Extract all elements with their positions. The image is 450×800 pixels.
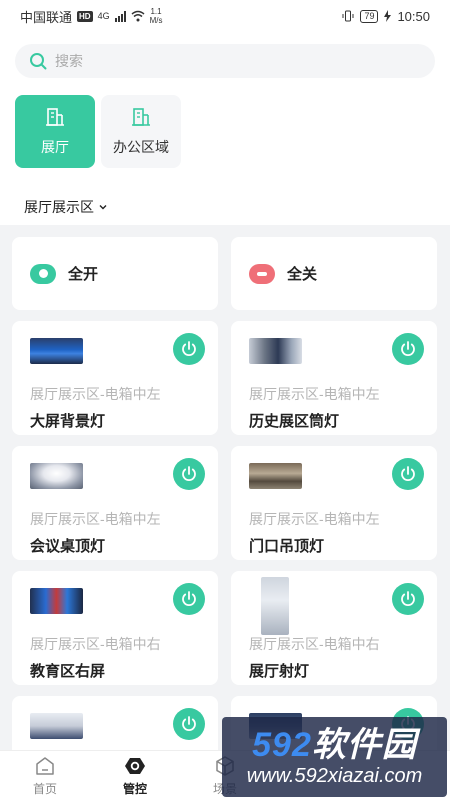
device-thumbnail: [30, 713, 83, 739]
area-tab-exhibition-hall[interactable]: 展厅: [15, 95, 95, 168]
device-thumbnail: [30, 463, 83, 489]
search-input[interactable]: [55, 53, 355, 69]
hd-badge: HD: [77, 10, 93, 22]
power-icon: [182, 716, 196, 731]
device-location: 展厅展示区-电箱中左: [249, 511, 380, 527]
device-location: 展厅展示区-电箱中左: [30, 386, 161, 402]
device-panel: 全开 全关 展厅展示区-电箱中左 大屏背景灯 展厅展示区-电箱中左 历史展区筒灯…: [0, 225, 450, 750]
power-icon: [401, 591, 415, 606]
building-icon: [132, 107, 150, 126]
power-icon: [401, 466, 415, 481]
all-on-label: 全开: [68, 266, 99, 283]
device-grid: 全开 全关 展厅展示区-电箱中左 大屏背景灯 展厅展示区-电箱中左 历史展区筒灯…: [12, 237, 438, 750]
nav-home[interactable]: 首页: [0, 751, 90, 800]
device-location: 展厅展示区-电箱中左: [30, 511, 161, 527]
device-card[interactable]: [12, 696, 218, 750]
device-thumbnail: [30, 588, 83, 614]
search-icon: [30, 53, 47, 70]
zone-label: 展厅展示区: [24, 199, 94, 215]
device-card[interactable]: 展厅展示区-电箱中左 大屏背景灯: [12, 321, 218, 435]
vibrate-icon: [342, 10, 354, 22]
watermark-brand: 592软件园: [252, 726, 417, 764]
device-thumbnail: [30, 338, 83, 364]
power-button[interactable]: [173, 333, 205, 365]
power-icon: [182, 341, 196, 356]
device-name: 大屏背景灯: [30, 413, 106, 430]
control-icon: [125, 757, 145, 774]
device-name: 展厅射灯: [249, 663, 310, 680]
nav-home-label: 首页: [32, 781, 57, 796]
device-thumbnail: [249, 463, 302, 489]
chevron-down-icon: [99, 205, 107, 210]
power-icon: [182, 591, 196, 606]
device-location: 展厅展示区-电箱中左: [249, 386, 380, 402]
net-type-label: 4G: [97, 11, 110, 21]
status-bar: 中国联通 HD 4G 1.1 M/s 79 10:50: [0, 0, 450, 32]
search-bar[interactable]: [15, 44, 435, 78]
device-card[interactable]: 展厅展示区-电箱中左 门口吊顶灯: [231, 446, 437, 560]
wifi-icon: [131, 10, 145, 22]
nav-control[interactable]: 管控: [90, 751, 180, 800]
all-on-button[interactable]: 全开: [12, 237, 218, 310]
battery-indicator: 79: [360, 9, 379, 23]
area-tabs: 展厅 办公区域: [15, 95, 181, 168]
device-name: 门口吊顶灯: [249, 538, 325, 555]
power-button[interactable]: [392, 583, 424, 615]
device-location: 展厅展示区-电箱中右: [30, 636, 161, 652]
device-name: 教育区右屏: [30, 663, 106, 680]
power-button[interactable]: [173, 708, 205, 740]
net-speed: 1.1 M/s: [149, 7, 163, 25]
power-button[interactable]: [173, 458, 205, 490]
device-name: 历史展区筒灯: [249, 413, 340, 430]
building-icon: [46, 107, 64, 126]
watermark-url: www.592xiazai.com: [246, 765, 423, 787]
power-button[interactable]: [392, 458, 424, 490]
device-card[interactable]: 展厅展示区-电箱中右 教育区右屏: [12, 571, 218, 685]
all-off-label: 全关: [287, 266, 318, 283]
home-icon: [36, 756, 54, 775]
power-icon: [182, 466, 196, 481]
device-name: 会议桌顶灯: [30, 538, 106, 555]
device-location: 展厅展示区-电箱中右: [249, 636, 380, 652]
area-tab-office[interactable]: 办公区域: [101, 95, 181, 168]
power-icon: [401, 341, 415, 356]
all-off-icon: [249, 263, 275, 284]
device-card[interactable]: 展厅展示区-电箱中右 展厅射灯: [231, 571, 437, 685]
all-on-icon: [30, 263, 56, 284]
clock: 10:50: [397, 8, 430, 24]
zone-selector[interactable]: 展厅展示区: [24, 197, 108, 217]
all-off-button[interactable]: 全关: [231, 237, 437, 310]
carrier-label: 中国联通: [20, 9, 73, 25]
device-thumbnail: [261, 577, 289, 635]
charging-icon: [384, 10, 392, 22]
signal-icon: [114, 10, 126, 22]
nav-control-label: 管控: [122, 781, 147, 796]
area-tab-label: 展厅: [41, 138, 69, 155]
watermark-logo: 592软件园 www.592xiazai.com: [222, 717, 447, 797]
device-thumbnail: [249, 338, 302, 364]
device-card[interactable]: 展厅展示区-电箱中左 历史展区筒灯: [231, 321, 437, 435]
device-card[interactable]: 展厅展示区-电箱中左 会议桌顶灯: [12, 446, 218, 560]
power-button[interactable]: [392, 333, 424, 365]
area-tab-label: 办公区域: [113, 138, 169, 155]
power-button[interactable]: [173, 583, 205, 615]
